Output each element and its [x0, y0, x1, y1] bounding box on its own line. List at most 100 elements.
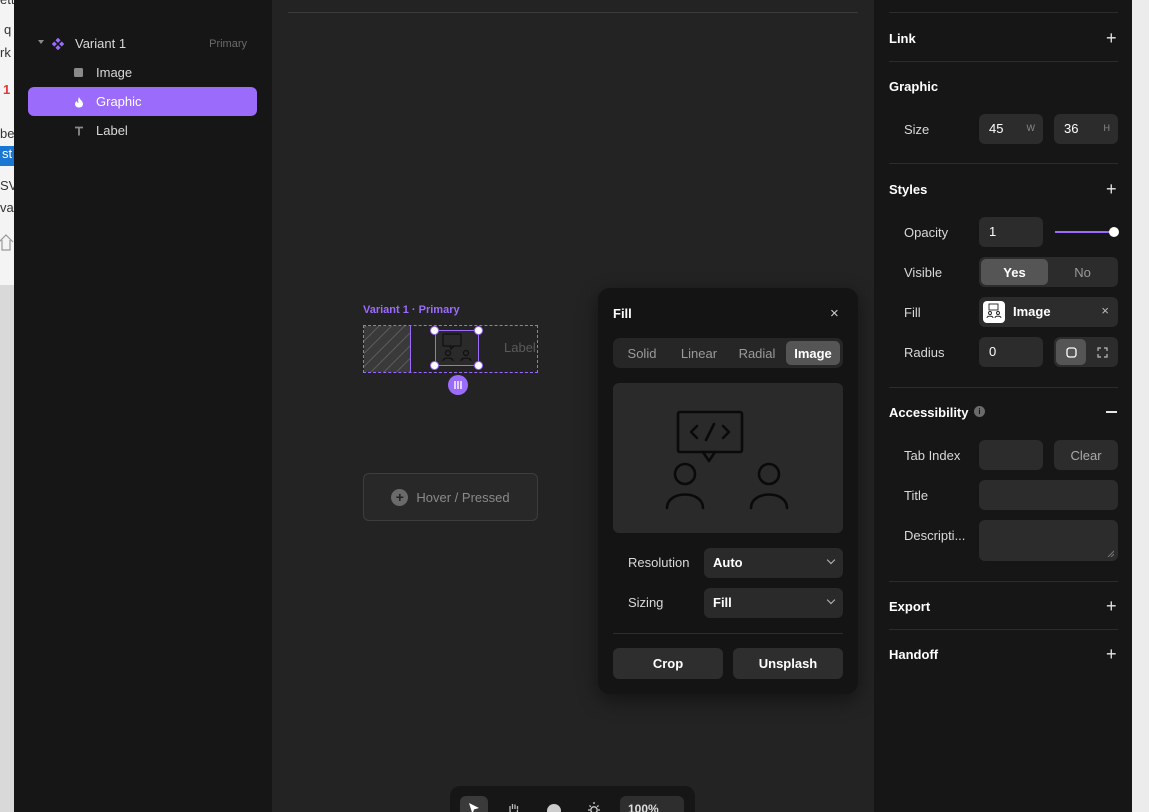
- title-input[interactable]: [979, 480, 1118, 510]
- layer-label: Graphic: [96, 94, 142, 109]
- label-text[interactable]: Label: [504, 340, 538, 355]
- fill-input[interactable]: Image ×: [979, 297, 1118, 327]
- radius-label: Radius: [904, 345, 945, 360]
- visible-yes-button[interactable]: Yes: [981, 259, 1048, 285]
- tool-hand[interactable]: [500, 796, 528, 812]
- bg-text-fragment: be: [0, 126, 14, 141]
- description-textarea[interactable]: [979, 520, 1118, 561]
- divider: [613, 633, 843, 634]
- tool-theme[interactable]: [580, 796, 608, 812]
- section-title-styles: Styles: [889, 182, 928, 197]
- close-icon[interactable]: ×: [830, 305, 839, 322]
- variant-frame-label[interactable]: Variant 1 · Primary: [363, 304, 460, 316]
- divider: [889, 61, 1118, 62]
- tab-linear[interactable]: Linear: [672, 341, 726, 365]
- unsplash-button[interactable]: Unsplash: [733, 648, 843, 679]
- layers-panel: Variant 1 Primary Image Graphic Label: [14, 0, 272, 812]
- clear-tab-index-button[interactable]: Clear: [1054, 440, 1118, 470]
- resize-grip-icon[interactable]: [1107, 550, 1114, 557]
- layer-label[interactable]: Label: [28, 116, 257, 145]
- image-preview[interactable]: [613, 383, 843, 533]
- divider: [889, 581, 1118, 582]
- fill-type-tabs: Solid Linear Radial Image: [613, 338, 843, 368]
- resolution-label: Resolution: [628, 555, 690, 570]
- layer-label: Label: [96, 123, 128, 138]
- resolution-select[interactable]: Auto: [704, 548, 843, 578]
- design-app-window: Variant 1 Primary Image Graphic Label Va…: [14, 0, 1132, 812]
- presentation-graphic-icon: [986, 303, 1002, 319]
- tab-radial[interactable]: Radial: [729, 341, 785, 365]
- radius-uniform-button[interactable]: [1056, 339, 1086, 365]
- add-link-plus-icon[interactable]: +: [1106, 29, 1117, 47]
- opacity-input[interactable]: 1: [979, 217, 1043, 247]
- component-icon: [52, 37, 64, 50]
- radius-mode-toggle: [1054, 337, 1118, 367]
- bg-text-fragment: rk: [0, 45, 11, 60]
- selected-graphic[interactable]: [435, 330, 479, 366]
- bg-text-fragment: 1: [3, 82, 11, 97]
- description-label: Descripti...: [904, 528, 966, 543]
- add-handoff-plus-icon[interactable]: +: [1106, 645, 1117, 663]
- resize-handle[interactable]: [474, 361, 483, 370]
- resolution-value: Auto: [713, 555, 743, 570]
- divider: [889, 163, 1118, 164]
- info-icon[interactable]: i: [974, 406, 985, 417]
- tool-comment[interactable]: [540, 796, 568, 812]
- opacity-slider-handle[interactable]: [1109, 227, 1119, 237]
- layer-variant-1[interactable]: Variant 1 Primary: [28, 29, 257, 58]
- component-frame[interactable]: Label: [363, 325, 538, 373]
- radius-input[interactable]: 0: [979, 337, 1043, 367]
- home-icon: [0, 234, 14, 251]
- opacity-label: Opacity: [904, 225, 949, 240]
- visible-toggle: Yes No: [979, 257, 1118, 287]
- resize-handle[interactable]: [474, 326, 483, 335]
- bg-text-fragment: va: [0, 200, 14, 215]
- image-layer-icon: [73, 67, 85, 79]
- remove-fill-icon[interactable]: ×: [1101, 303, 1109, 318]
- popover-title: Fill: [613, 306, 632, 321]
- radius-individual-button[interactable]: [1087, 339, 1117, 365]
- bottom-toolbar: 100%: [450, 786, 695, 812]
- tab-image[interactable]: Image: [786, 341, 840, 365]
- zoom-value: 100%: [628, 802, 659, 812]
- add-export-plus-icon[interactable]: +: [1106, 597, 1117, 615]
- zoom-select[interactable]: 100%: [620, 796, 684, 812]
- layer-image[interactable]: Image: [28, 58, 257, 87]
- section-title-handoff: Handoff: [889, 647, 939, 662]
- layer-label: Image: [96, 65, 133, 80]
- title-label: Title: [904, 488, 929, 503]
- layer-graphic[interactable]: Graphic: [28, 87, 257, 116]
- divider: [889, 629, 1118, 630]
- sizing-select[interactable]: Fill: [704, 588, 843, 618]
- section-title-graphic: Graphic: [889, 79, 939, 94]
- fill-label: Fill: [904, 305, 921, 320]
- tool-select[interactable]: [460, 796, 488, 812]
- sizing-label: Sizing: [628, 595, 664, 610]
- sizing-value: Fill: [713, 595, 732, 610]
- width-value: 45: [989, 121, 1004, 136]
- opacity-slider-track[interactable]: [1055, 231, 1113, 233]
- auto-layout-handle[interactable]: [448, 375, 468, 395]
- height-input[interactable]: 36 H: [1054, 114, 1118, 144]
- hand-icon: [509, 804, 519, 812]
- section-title-link: Link: [889, 31, 916, 46]
- collapse-minus-icon[interactable]: [1106, 411, 1117, 413]
- presentation-graphic-icon: [665, 410, 789, 510]
- resize-handle[interactable]: [430, 361, 439, 370]
- add-variant-button[interactable]: + Hover / Pressed: [363, 473, 538, 521]
- crop-button[interactable]: Crop: [613, 648, 723, 679]
- width-input[interactable]: 45 W: [979, 114, 1043, 144]
- add-style-plus-icon[interactable]: +: [1106, 180, 1117, 198]
- radius-value: 0: [989, 344, 997, 359]
- tab-solid[interactable]: Solid: [616, 341, 668, 365]
- properties-panel: Link + Graphic Size 45 W 36 H Styles + O…: [874, 0, 1132, 812]
- resize-handle[interactable]: [430, 326, 439, 335]
- background-window-sliver: ette q rk 1 be st SV va: [0, 0, 14, 812]
- tab-index-input[interactable]: [979, 440, 1043, 470]
- divider: [288, 12, 858, 13]
- bg-text-fragment: ette: [0, 0, 14, 7]
- image-placeholder[interactable]: [364, 326, 411, 372]
- bars-icon: [454, 381, 462, 389]
- caret-down-icon[interactable]: [38, 40, 44, 44]
- visible-no-button[interactable]: No: [1049, 259, 1116, 285]
